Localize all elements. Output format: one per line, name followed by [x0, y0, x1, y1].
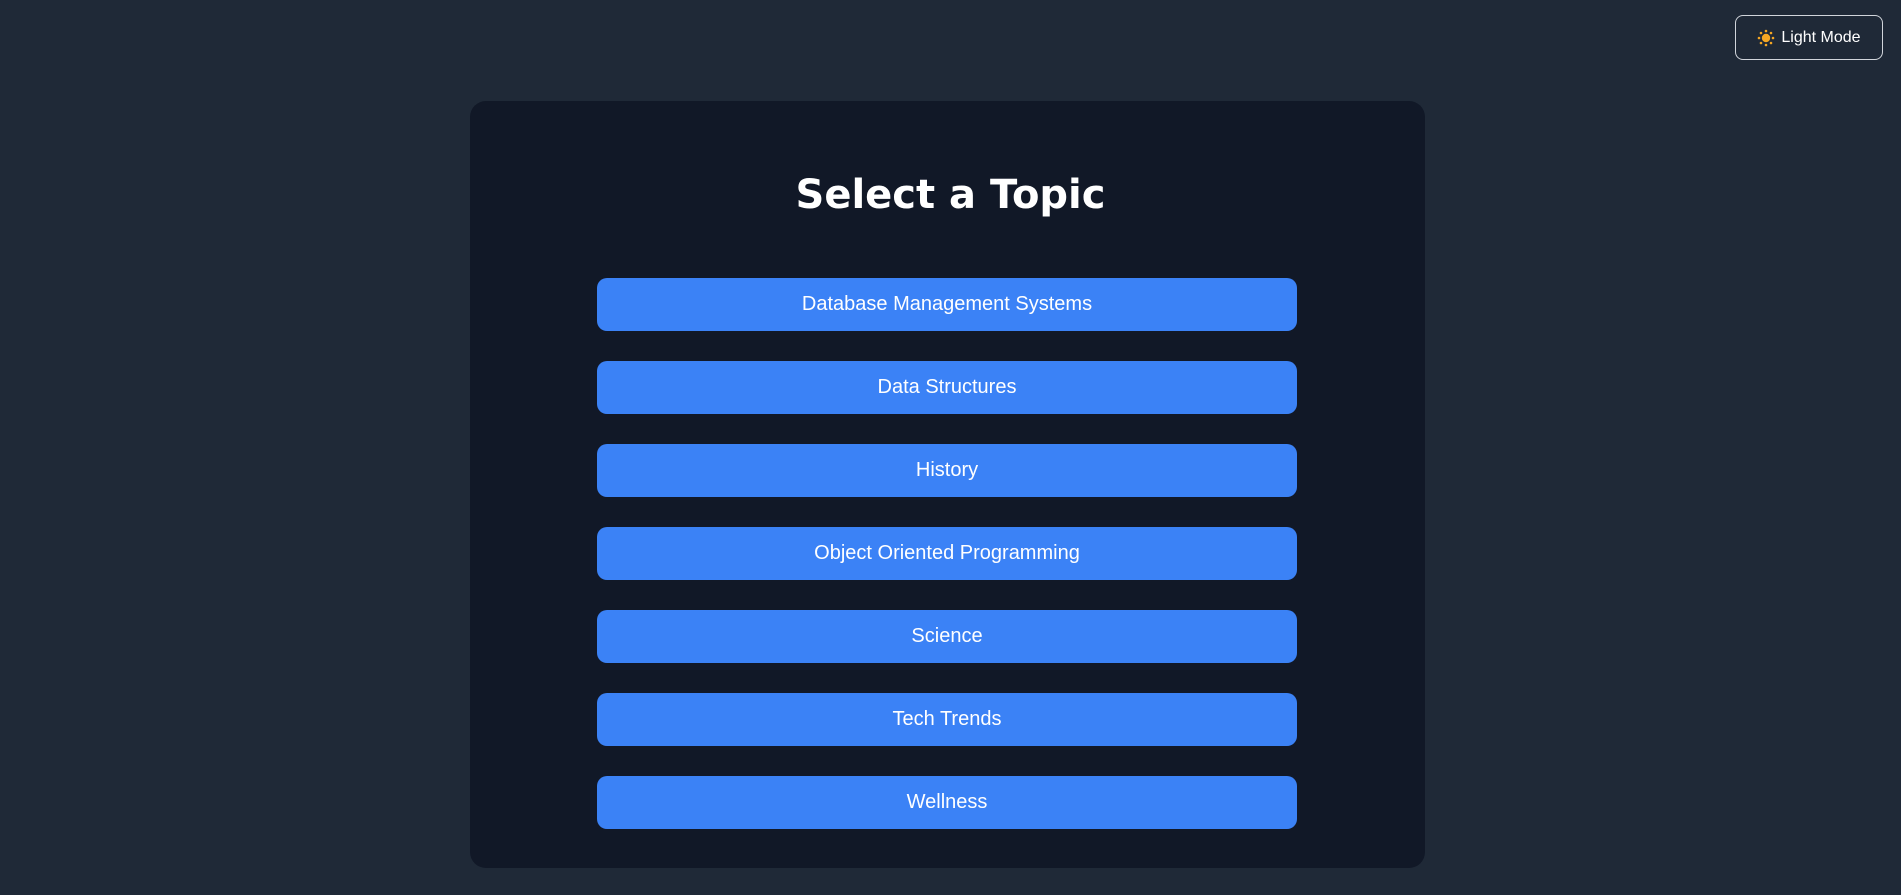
topic-button-history[interactable]: History — [597, 444, 1297, 497]
light-mode-label: Light Mode — [1781, 28, 1861, 46]
topic-button-database-management-systems[interactable]: Database Management Systems — [597, 278, 1297, 331]
topic-button-tech-trends[interactable]: Tech Trends — [597, 693, 1297, 746]
topic-list: Database Management Systems Data Structu… — [597, 278, 1297, 829]
page-title: Select a Topic — [795, 172, 1106, 218]
topic-button-wellness[interactable]: Wellness — [597, 776, 1297, 829]
sun-icon — [1757, 29, 1775, 47]
topic-button-data-structures[interactable]: Data Structures — [597, 361, 1297, 414]
topic-button-object-oriented-programming[interactable]: Object Oriented Programming — [597, 527, 1297, 580]
light-mode-toggle-button[interactable]: Light Mode — [1735, 15, 1883, 60]
topic-button-science[interactable]: Science — [597, 610, 1297, 663]
